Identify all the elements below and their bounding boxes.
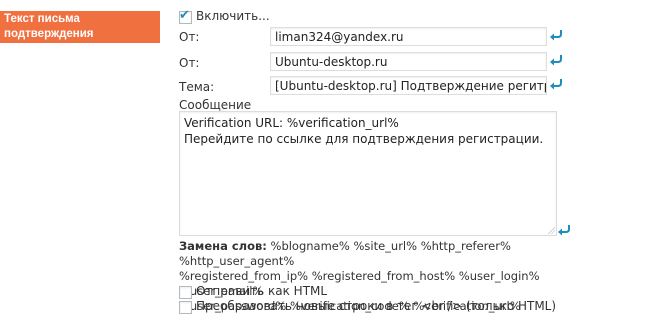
message-label: Сообщение [179, 98, 252, 112]
from-email-input[interactable]: liman324@yandex.ru [270, 27, 547, 46]
message-line-1: Verification URL: %verification_url% [184, 116, 399, 130]
enable-checkbox[interactable]: ✔ [179, 8, 192, 24]
send-html-checkbox[interactable] [179, 286, 192, 299]
subject-input[interactable]: [Ubuntu-desktop.ru] Подтверждение регитр… [270, 76, 547, 95]
reset-arrow-icon[interactable] [549, 78, 563, 90]
substitutions-title: Замена слов: [179, 239, 267, 253]
from-email-label: От: [179, 30, 200, 44]
message-line-2: Перейдите по ссылке для подтверждения ре… [184, 132, 544, 146]
convert-br-checkbox[interactable] [179, 301, 192, 314]
subject-label: Тема: [179, 80, 215, 94]
checkmark-icon: ✔ [179, 8, 190, 23]
convert-br-label: Преобразовать новые строки в тег <br /> … [196, 299, 557, 313]
send-html-label: Отправить как HTML [196, 284, 328, 298]
reset-arrow-icon[interactable] [549, 54, 563, 66]
message-textarea[interactable]: Verification URL: %verification_url% Пер… [179, 111, 557, 236]
from-name-input[interactable]: Ubuntu-desktop.ru [270, 52, 547, 71]
enable-label: Включить... [196, 9, 270, 23]
from-name-label: От: [179, 56, 200, 70]
reset-arrow-icon[interactable] [549, 29, 563, 41]
resize-handle[interactable] [548, 227, 555, 234]
reset-arrow-icon[interactable] [557, 224, 571, 236]
section-title: Текст письма подтверждения [0, 11, 160, 43]
